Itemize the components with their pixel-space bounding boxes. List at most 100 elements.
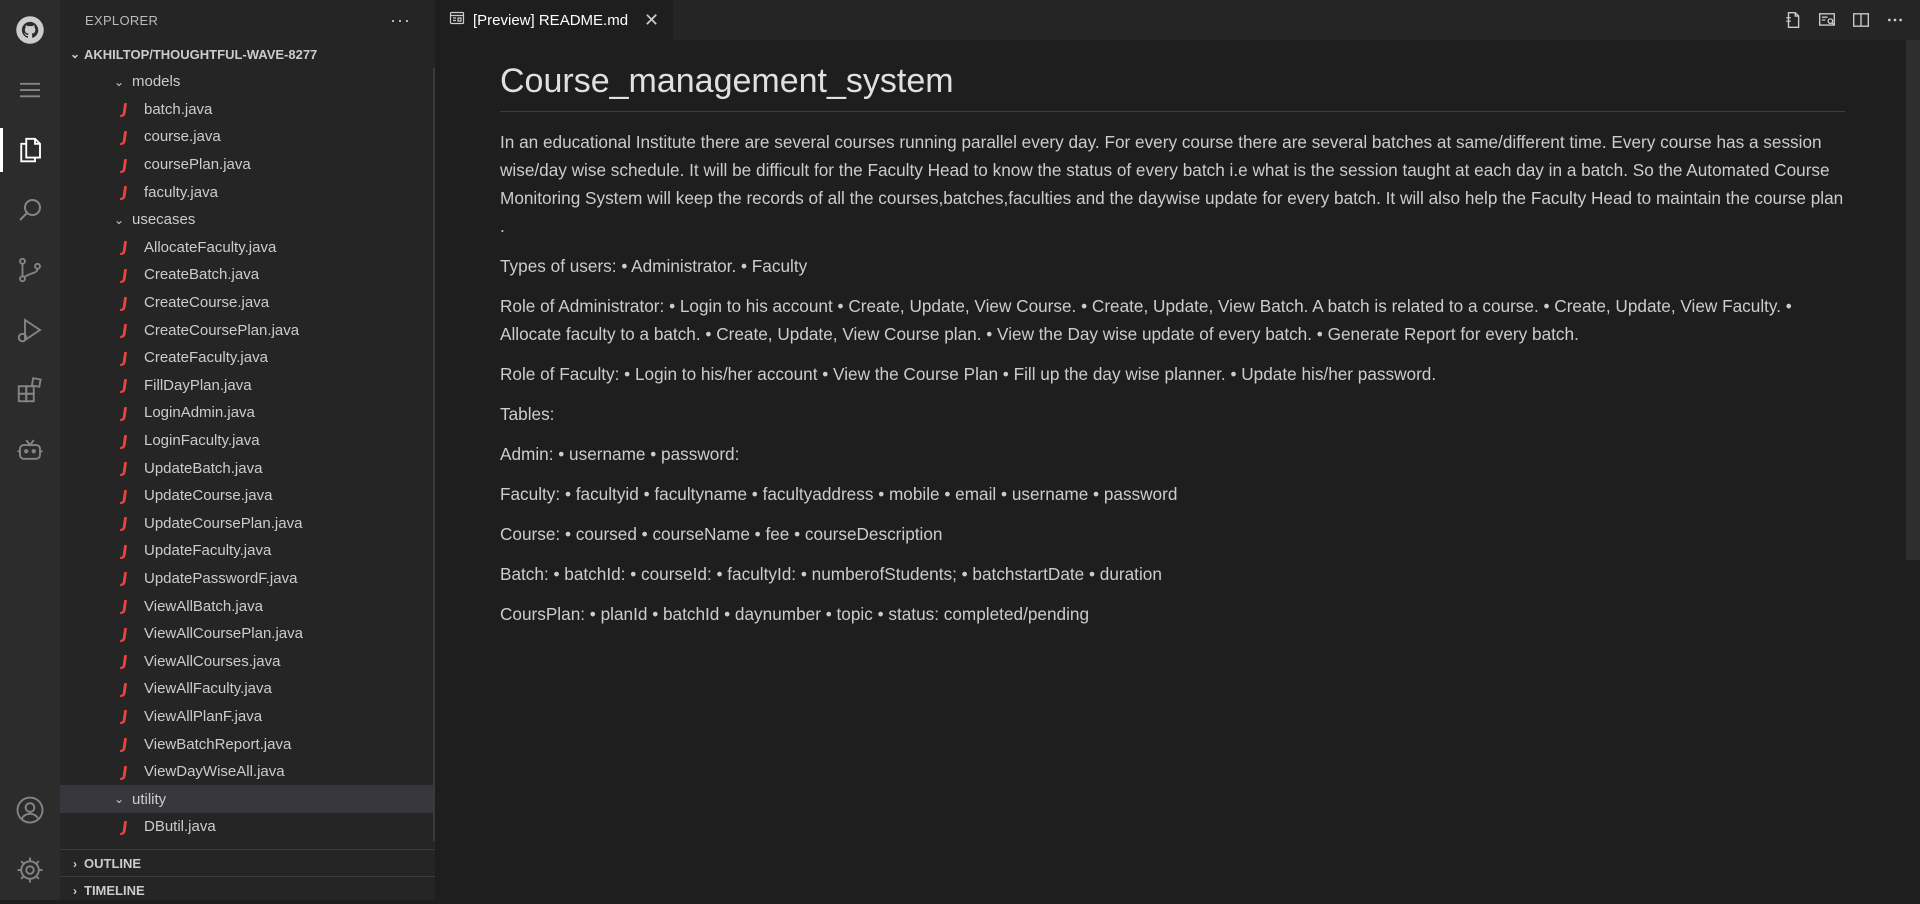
file-label: ViewAllFaculty.java <box>144 680 272 698</box>
file-label: ViewBatchReport.java <box>144 735 292 753</box>
file-item[interactable]: J FillDayPlan.java <box>60 372 435 400</box>
preview-icon <box>449 10 465 30</box>
copilot-icon[interactable] <box>0 420 60 480</box>
folder-label: models <box>132 73 181 91</box>
file-label: ViewDayWiseAll.java <box>144 763 285 781</box>
outline-section[interactable]: › OUTLINE <box>60 849 435 877</box>
file-item[interactable]: J CreateCoursePlan.java <box>60 316 435 344</box>
file-item[interactable]: J UpdateCourse.java <box>60 482 435 510</box>
folder-usecases[interactable]: ⌄ usecases <box>60 206 435 234</box>
file-label: CreateCourse.java <box>144 294 270 312</box>
java-file-icon: J <box>120 265 129 284</box>
java-file-icon: J <box>120 431 129 450</box>
file-item[interactable]: J AllocateFaculty.java <box>60 234 435 262</box>
file-label: UpdateCoursePlan.java <box>144 514 303 532</box>
file-item[interactable]: J UpdateFaculty.java <box>60 537 435 565</box>
file-item[interactable]: J LoginAdmin.java <box>60 399 435 427</box>
file-item[interactable]: J ViewAllCoursePlan.java <box>60 620 435 648</box>
file-item[interactable]: J ViewAllPlanF.java <box>60 703 435 731</box>
markdown-paragraph: Role of Administrator: • Login to his ac… <box>500 296 1792 344</box>
scrollbar[interactable] <box>1906 40 1920 560</box>
java-file-icon: J <box>120 624 129 643</box>
file-item[interactable]: J ViewAllCourses.java <box>60 647 435 675</box>
java-file-icon: J <box>120 679 129 698</box>
file-label: faculty.java <box>144 183 218 201</box>
tab-bar: [Preview] README.md ✕ <box>435 0 1920 40</box>
run-debug-icon[interactable] <box>0 300 60 360</box>
find-in-preview-icon[interactable] <box>1816 9 1838 31</box>
explorer-icon[interactable] <box>0 120 60 180</box>
markdown-paragraph: CoursPlan: • planId • batchId • daynumbe… <box>500 604 1090 624</box>
file-label: ViewAllPlanF.java <box>144 707 263 725</box>
open-source-icon[interactable] <box>1782 9 1804 31</box>
file-item[interactable]: J UpdateCoursePlan.java <box>60 510 435 538</box>
tab-label: [Preview] README.md <box>473 11 629 29</box>
markdown-preview: Course_management_system In an education… <box>500 40 1845 628</box>
account-icon[interactable] <box>0 780 60 840</box>
more-actions-icon[interactable] <box>1884 9 1906 31</box>
file-label: AllocateFaculty.java <box>144 238 277 256</box>
file-item[interactable]: Jfaculty.java <box>60 178 435 206</box>
workspace-root[interactable]: ⌄ AKHILTOP/THOUGHTFUL-WAVE-8277 <box>60 40 435 68</box>
file-item[interactable]: Jcourse.java <box>60 123 435 151</box>
file-item[interactable]: J UpdateBatch.java <box>60 454 435 482</box>
settings-gear-icon[interactable] <box>0 840 60 900</box>
file-label: CreateBatch.java <box>144 266 260 284</box>
menu-icon[interactable] <box>0 60 60 120</box>
chevron-down-icon: ⌄ <box>113 212 125 227</box>
file-item[interactable]: J CreateFaculty.java <box>60 344 435 372</box>
markdown-paragraph: Admin: • username • password: <box>500 444 740 464</box>
file-item[interactable]: J CreateBatch.java <box>60 261 435 289</box>
markdown-paragraph: In an educational Institute there are se… <box>500 132 1844 236</box>
folder-models[interactable]: ⌄ models <box>60 68 435 96</box>
github-icon[interactable] <box>0 0 60 60</box>
java-file-icon: J <box>120 514 129 533</box>
file-item[interactable]: J UpdatePasswordF.java <box>60 565 435 593</box>
source-control-icon[interactable] <box>0 240 60 300</box>
file-label: UpdateCourse.java <box>144 487 273 505</box>
chevron-right-icon: › <box>73 856 77 871</box>
file-item[interactable]: J ViewAllBatch.java <box>60 592 435 620</box>
java-file-icon: J <box>120 376 129 395</box>
extensions-icon[interactable] <box>0 360 60 420</box>
java-file-icon: J <box>120 293 129 312</box>
file-item[interactable]: J DButil.java <box>60 813 435 841</box>
markdown-paragraph: Faculty: • facultyid • facultyname • fac… <box>500 484 1178 504</box>
activity-bar <box>0 0 60 900</box>
java-file-icon: J <box>120 486 129 505</box>
folder-utility[interactable]: ⌄ utility <box>60 785 435 814</box>
java-file-icon: J <box>120 459 129 478</box>
chevron-down-icon: ⌄ <box>113 792 125 807</box>
chevron-down-icon: ⌄ <box>113 74 125 89</box>
search-icon[interactable] <box>0 180 60 240</box>
file-item[interactable]: J CreateCourse.java <box>60 289 435 317</box>
java-file-icon: J <box>120 127 129 146</box>
folder-label: usecases <box>132 211 196 229</box>
editor-area: [Preview] README.md ✕ Course_management_… <box>435 0 1920 900</box>
java-file-icon: J <box>120 707 129 726</box>
page-title: Course_management_system <box>500 62 1845 112</box>
close-icon[interactable]: ✕ <box>644 10 659 31</box>
file-item[interactable]: J ViewAllFaculty.java <box>60 675 435 703</box>
file-item[interactable]: JcoursePlan.java <box>60 151 435 179</box>
chevron-right-icon: › <box>73 883 77 898</box>
file-label: ViewAllCoursePlan.java <box>144 625 303 643</box>
editor-actions <box>1782 0 1906 40</box>
split-editor-icon[interactable] <box>1850 9 1872 31</box>
markdown-paragraph: Role of Faculty: • Login to his/her acco… <box>500 364 1437 384</box>
file-item[interactable]: Jbatch.java <box>60 96 435 124</box>
tab-readme-preview[interactable]: [Preview] README.md ✕ <box>435 0 674 40</box>
file-label: LoginAdmin.java <box>144 404 255 422</box>
file-label: UpdateBatch.java <box>144 459 263 477</box>
explorer-sidebar: EXPLORER ··· ⌄ AKHILTOP/THOUGHTFUL-WAVE-… <box>60 0 435 900</box>
markdown-paragraph: Course: • coursed • courseName • fee • c… <box>500 524 943 544</box>
chevron-down-icon: ⌄ <box>69 47 81 61</box>
file-item[interactable]: J LoginFaculty.java <box>60 427 435 455</box>
file-item[interactable]: J ViewDayWiseAll.java <box>60 758 435 786</box>
more-actions-icon[interactable]: ··· <box>390 10 411 31</box>
file-label: UpdatePasswordF.java <box>144 569 298 587</box>
java-file-icon: J <box>120 100 129 119</box>
explorer-header: EXPLORER ··· <box>60 0 435 40</box>
explorer-title: EXPLORER <box>85 12 159 28</box>
file-item[interactable]: J ViewBatchReport.java <box>60 730 435 758</box>
